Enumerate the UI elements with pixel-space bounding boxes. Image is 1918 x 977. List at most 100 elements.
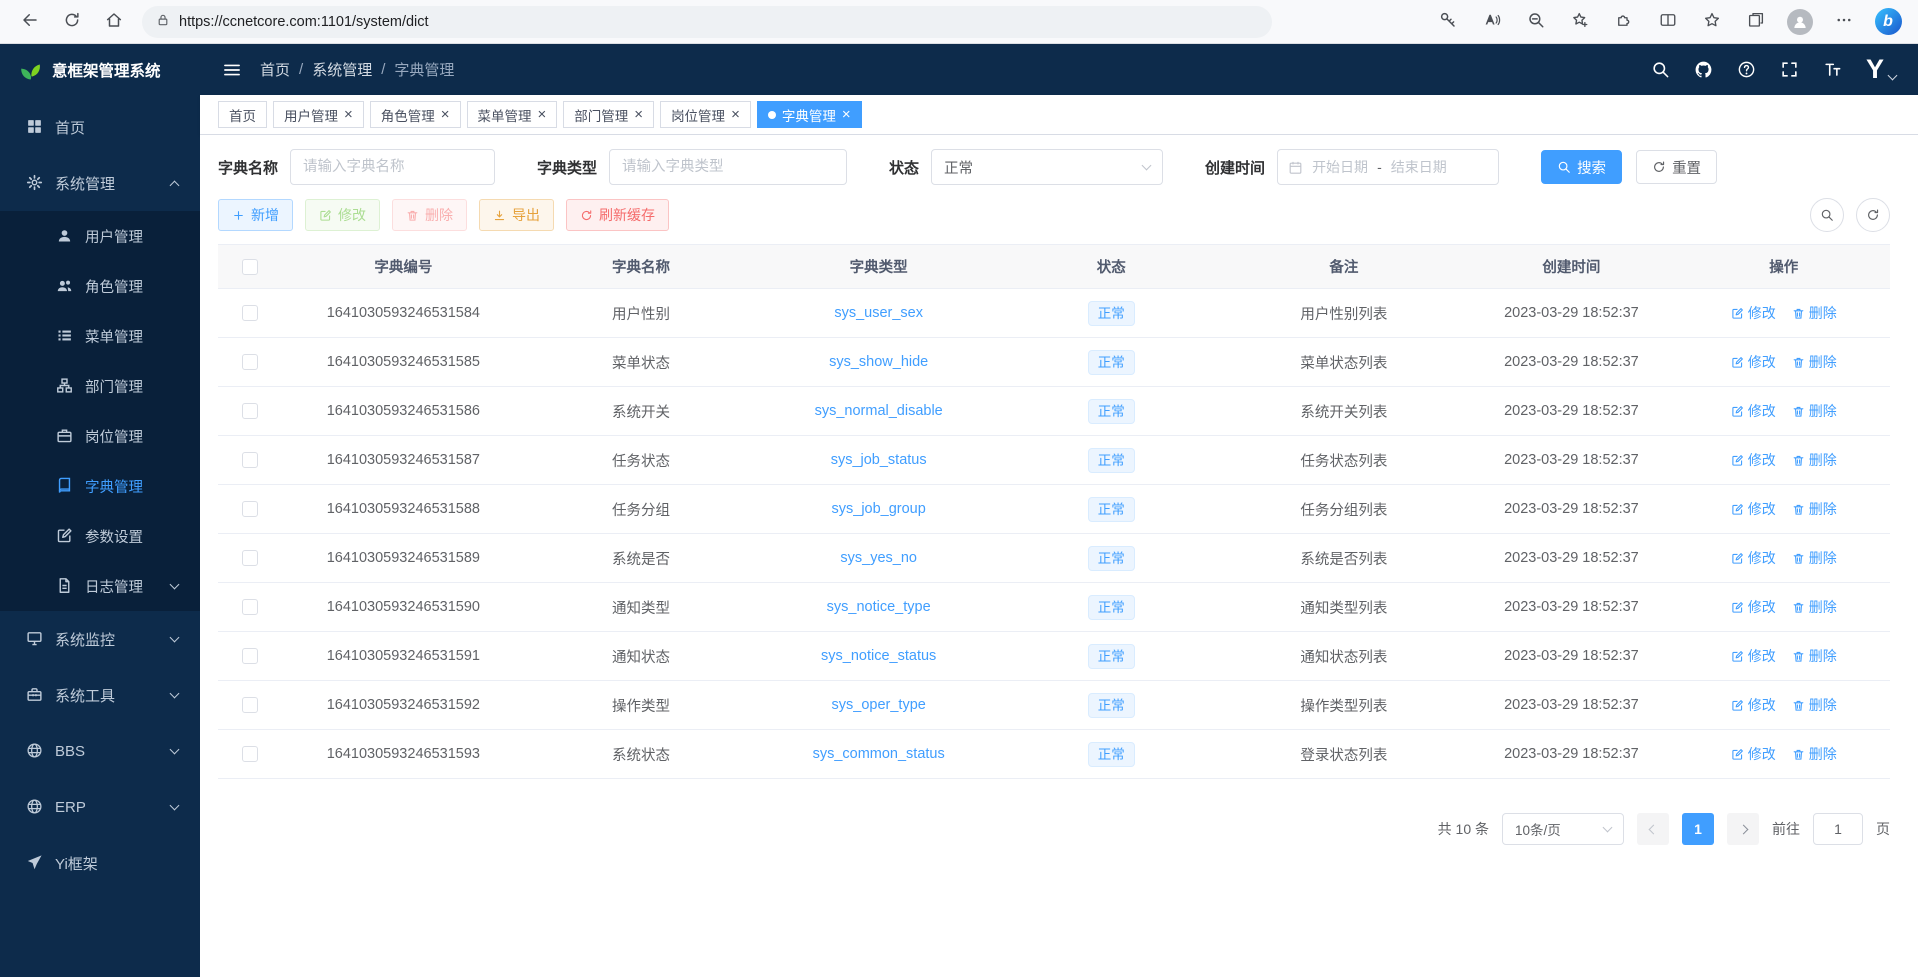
browser-refresh-button[interactable] (52, 4, 92, 40)
dict-type-input[interactable] (609, 149, 847, 185)
row-edit-button[interactable]: 修改 (1731, 744, 1776, 764)
browser-collections-button[interactable] (1736, 4, 1776, 40)
create-time-range-picker[interactable]: 开始日期 - 结束日期 (1277, 149, 1499, 185)
row-edit-button[interactable]: 修改 (1731, 695, 1776, 715)
refresh-table-button[interactable] (1856, 198, 1890, 232)
sidebar-item-yi[interactable]: Yi框架 (0, 835, 200, 891)
dict-type-link[interactable]: sys_job_status (831, 452, 927, 468)
browser-settings-menu-button[interactable] (1824, 4, 1864, 40)
row-delete-button[interactable]: 删除 (1792, 303, 1837, 323)
sidebar-item-post[interactable]: 岗位管理 (0, 411, 200, 461)
github-icon[interactable] (1694, 60, 1713, 79)
row-delete-button[interactable]: 删除 (1792, 695, 1837, 715)
row-delete-button[interactable]: 删除 (1792, 401, 1837, 421)
sidebar-item-tool[interactable]: 系统工具 (0, 667, 200, 723)
tab-home[interactable]: 首页 (218, 101, 267, 128)
browser-favorites-bar-button[interactable] (1692, 4, 1732, 40)
row-checkbox[interactable] (242, 697, 258, 713)
browser-bing-button[interactable]: b (1868, 4, 1908, 40)
font-size-icon[interactable] (1823, 60, 1842, 79)
fullscreen-icon[interactable] (1780, 60, 1799, 79)
question-icon[interactable] (1737, 60, 1756, 79)
browser-favorite-add-button[interactable] (1560, 4, 1600, 40)
row-checkbox[interactable] (242, 305, 258, 321)
browser-extensions-button[interactable] (1604, 4, 1644, 40)
status-select[interactable]: 正常 (931, 149, 1163, 185)
browser-back-button[interactable] (10, 4, 50, 40)
sidebar-item-log[interactable]: 日志管理 (0, 561, 200, 611)
dict-type-link[interactable]: sys_show_hide (829, 354, 928, 370)
breadcrumb-item[interactable]: 首页 (260, 59, 290, 80)
dict-type-link[interactable]: sys_job_group (832, 501, 926, 517)
row-edit-button[interactable]: 修改 (1731, 548, 1776, 568)
sidebar-item-menu[interactable]: 菜单管理 (0, 311, 200, 361)
goto-page-input[interactable] (1813, 813, 1863, 845)
delete-button[interactable]: 删除 (392, 199, 467, 231)
prev-page-button[interactable] (1637, 813, 1669, 845)
page-1-button[interactable]: 1 (1682, 813, 1714, 845)
browser-split-screen-button[interactable] (1648, 4, 1688, 40)
export-button[interactable]: 导出 (479, 199, 554, 231)
dict-type-link[interactable]: sys_yes_no (840, 550, 917, 566)
tab-post[interactable]: 岗位管理× (660, 101, 751, 128)
row-delete-button[interactable]: 删除 (1792, 450, 1837, 470)
row-checkbox[interactable] (242, 599, 258, 615)
toggle-search-button[interactable] (1810, 198, 1844, 232)
tab-close-icon[interactable]: × (344, 107, 353, 122)
row-edit-button[interactable]: 修改 (1731, 450, 1776, 470)
select-all-checkbox[interactable] (242, 259, 258, 275)
tab-close-icon[interactable]: × (634, 107, 643, 122)
tab-user[interactable]: 用户管理× (273, 101, 364, 128)
browser-key-button[interactable] (1428, 4, 1468, 40)
user-avatar-menu[interactable]: Y (1866, 56, 1896, 83)
browser-zoom-out-button[interactable] (1516, 4, 1556, 40)
row-edit-button[interactable]: 修改 (1731, 499, 1776, 519)
reset-button[interactable]: 重置 (1636, 150, 1717, 184)
tab-close-icon[interactable]: × (538, 107, 547, 122)
dict-type-link[interactable]: sys_common_status (813, 746, 945, 762)
tab-close-icon[interactable]: × (731, 107, 740, 122)
row-delete-button[interactable]: 删除 (1792, 597, 1837, 617)
browser-url-bar[interactable]: https://ccnetcore.com:1101/system/dict (142, 6, 1272, 38)
row-delete-button[interactable]: 删除 (1792, 548, 1837, 568)
row-edit-button[interactable]: 修改 (1731, 303, 1776, 323)
browser-home-button[interactable] (94, 4, 134, 40)
row-checkbox[interactable] (242, 403, 258, 419)
tab-close-icon[interactable]: × (441, 107, 450, 122)
refresh-cache-button[interactable]: 刷新缓存 (566, 199, 669, 231)
dict-type-link[interactable]: sys_normal_disable (815, 403, 943, 419)
row-checkbox[interactable] (242, 746, 258, 762)
sidebar-item-system[interactable]: 系统管理 (0, 155, 200, 211)
row-delete-button[interactable]: 删除 (1792, 646, 1837, 666)
dict-type-link[interactable]: sys_notice_type (827, 599, 931, 615)
add-button[interactable]: 新增 (218, 199, 293, 231)
sidebar-item-home[interactable]: 首页 (0, 99, 200, 155)
breadcrumb-item[interactable]: 系统管理 (312, 59, 372, 80)
tab-menu[interactable]: 菜单管理× (467, 101, 558, 128)
dict-type-link[interactable]: sys_notice_status (821, 648, 936, 664)
row-delete-button[interactable]: 删除 (1792, 499, 1837, 519)
tab-role[interactable]: 角色管理× (370, 101, 461, 128)
row-checkbox[interactable] (242, 354, 258, 370)
row-checkbox[interactable] (242, 550, 258, 566)
sidebar-collapse-button[interactable] (222, 60, 242, 80)
dict-type-link[interactable]: sys_user_sex (834, 305, 923, 321)
search-icon[interactable] (1651, 60, 1670, 79)
dict-type-link[interactable]: sys_oper_type (832, 697, 926, 713)
next-page-button[interactable] (1727, 813, 1759, 845)
tab-dept[interactable]: 部门管理× (563, 101, 654, 128)
sidebar-item-dept[interactable]: 部门管理 (0, 361, 200, 411)
dict-name-input[interactable] (290, 149, 495, 185)
row-edit-button[interactable]: 修改 (1731, 401, 1776, 421)
row-checkbox[interactable] (242, 501, 258, 517)
edit-button[interactable]: 修改 (305, 199, 380, 231)
row-delete-button[interactable]: 删除 (1792, 744, 1837, 764)
row-edit-button[interactable]: 修改 (1731, 352, 1776, 372)
tab-dict[interactable]: 字典管理× (757, 101, 862, 128)
row-edit-button[interactable]: 修改 (1731, 646, 1776, 666)
tab-close-icon[interactable]: × (842, 107, 851, 122)
sidebar-item-dict[interactable]: 字典管理 (0, 461, 200, 511)
page-size-select[interactable]: 10条/页 (1502, 813, 1624, 845)
browser-read-aloud-button[interactable] (1472, 4, 1512, 40)
sidebar-item-role[interactable]: 角色管理 (0, 261, 200, 311)
